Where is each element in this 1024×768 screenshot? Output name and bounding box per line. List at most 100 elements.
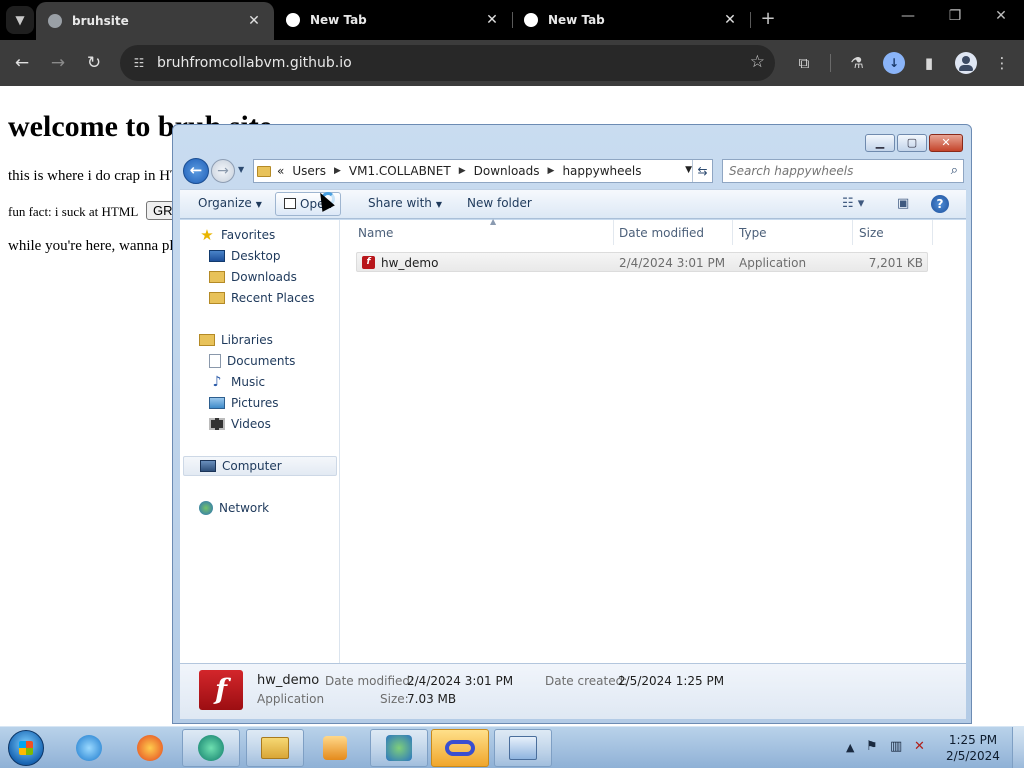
bookmark-star-icon[interactable]: ☆: [750, 52, 765, 72]
breadcrumb-happywheels[interactable]: happywheels: [562, 164, 641, 178]
tab-bruhsite[interactable]: bruhsite ✕: [36, 2, 274, 40]
volume-muted-icon[interactable]: ✕: [914, 739, 925, 754]
new-folder-button[interactable]: New folder: [467, 196, 532, 210]
action-center-flag-icon[interactable]: ⚑: [866, 739, 878, 754]
network-tray-icon[interactable]: ▥: [890, 739, 902, 754]
system-clock[interactable]: 1:25 PM 2/5/2024: [940, 732, 1006, 764]
tray-overflow-icon[interactable]: ▲: [846, 741, 854, 754]
infinity-app-icon: [445, 740, 475, 756]
globe-icon: [48, 14, 62, 28]
refresh-icon[interactable]: ⇆: [692, 160, 712, 182]
breadcrumb-users[interactable]: Users: [292, 164, 326, 178]
address-bar[interactable]: ☷ bruhfromcollabvm.github.io ☆: [120, 45, 775, 81]
file-row[interactable]: f hw_demo 2/4/2024 3:01 PM Application 7…: [356, 252, 928, 272]
column-header-date-modified[interactable]: Date modified: [613, 220, 733, 245]
column-header-type[interactable]: Type: [733, 220, 853, 245]
browser-tab-strip: ▼ bruhsite ✕ New Tab ✕ New Tab ✕ + — ❐ ✕: [0, 0, 1024, 40]
clock-time: 1:25 PM: [948, 733, 998, 747]
minimize-icon[interactable]: —: [893, 8, 923, 32]
chevron-down-icon: ▼: [15, 13, 25, 27]
nav-desktop[interactable]: Desktop: [209, 246, 281, 266]
tools-app-icon: [386, 735, 412, 761]
taskbar-infinity-app[interactable]: [431, 729, 489, 767]
taskbar-internet-explorer[interactable]: [60, 729, 118, 767]
restore-icon[interactable]: ❐: [940, 8, 970, 32]
forward-arrow-icon[interactable]: →: [46, 51, 70, 75]
start-button[interactable]: [8, 730, 44, 766]
explorer-close-icon[interactable]: ✕: [929, 134, 963, 152]
tab-new-tab-1[interactable]: New Tab ✕: [274, 0, 512, 40]
taskbar-media-player[interactable]: [306, 729, 364, 767]
column-header-size[interactable]: Size: [853, 220, 933, 245]
open-program-icon: [284, 198, 296, 209]
download-icon[interactable]: ↓: [883, 52, 905, 74]
close-window-icon[interactable]: ✕: [986, 8, 1016, 32]
explorer-maximize-icon[interactable]: ▢: [897, 134, 927, 152]
nav-documents[interactable]: Documents: [209, 351, 295, 371]
file-date-modified: 2/4/2024 3:01 PM: [619, 256, 726, 270]
desktop-icon: [209, 250, 225, 262]
nav-network[interactable]: Network: [199, 498, 269, 518]
share-with-button[interactable]: Share with ▼: [368, 196, 442, 210]
site-info-icon[interactable]: ☷: [130, 54, 148, 72]
toolbar-separator: [830, 54, 831, 72]
close-icon[interactable]: ✕: [246, 13, 262, 29]
search-icon[interactable]: ⌕: [951, 163, 958, 178]
organize-button[interactable]: Organize ▼: [198, 196, 262, 210]
preview-pane-icon[interactable]: ▣: [897, 196, 909, 211]
nav-label: Desktop: [231, 249, 281, 263]
nav-pictures[interactable]: Pictures: [209, 393, 279, 413]
breadcrumb-vm1-collabnet[interactable]: VM1.COLLABNET: [349, 164, 451, 178]
details-pane: f hw_demo Application Date modified: 2/4…: [180, 663, 966, 719]
breadcrumb-overflow[interactable]: «: [277, 164, 284, 178]
nav-downloads[interactable]: Downloads: [209, 267, 297, 287]
nav-libraries[interactable]: Libraries: [199, 330, 273, 350]
tab-search-button[interactable]: ▼: [6, 6, 34, 34]
tab-new-tab-2[interactable]: New Tab ✕: [512, 0, 750, 40]
column-header-name[interactable]: ▲ Name: [352, 217, 614, 245]
close-icon[interactable]: ✕: [484, 12, 500, 28]
profile-avatar-icon[interactable]: [955, 52, 977, 74]
explorer-address-bar[interactable]: « Users ▶ VM1.COLLABNET ▶ Downloads ▶ ha…: [253, 159, 713, 183]
breadcrumb-arrow-icon[interactable]: ▶: [334, 166, 341, 176]
explorer-window: ▁ ▢ ✕ ← → ▼ « Users ▶ VM1.COLLABNET ▶ Do…: [172, 124, 972, 724]
search-input[interactable]: [729, 163, 934, 179]
explorer-forward-icon[interactable]: →: [211, 159, 235, 183]
labs-flask-icon[interactable]: ⚗: [845, 51, 869, 75]
recent-pages-dropdown-icon[interactable]: ▼: [238, 165, 248, 174]
view-options-icon[interactable]: ☷ ▾: [842, 196, 864, 211]
extensions-icon[interactable]: ⧉: [792, 51, 816, 75]
details-date-created-label: Date created:: [545, 674, 628, 688]
nav-music[interactable]: ♪ Music: [209, 372, 266, 392]
recent-places-icon: [209, 292, 225, 304]
breadcrumb-arrow-icon[interactable]: ▶: [459, 166, 466, 176]
taskbar-explorer[interactable]: [246, 729, 304, 767]
new-tab-button[interactable]: +: [758, 8, 778, 32]
taskbar-firefox[interactable]: [121, 729, 179, 767]
taskbar-control-panel[interactable]: [494, 729, 552, 767]
side-panel-icon[interactable]: ▮: [917, 51, 941, 75]
url-text[interactable]: bruhfromcollabvm.github.io: [157, 55, 352, 71]
explorer-search-box[interactable]: ⌕: [722, 159, 964, 183]
taskbar-browser[interactable]: [182, 729, 240, 767]
nav-recent-places[interactable]: Recent Places: [209, 288, 314, 308]
file-explorer-icon: [261, 737, 289, 759]
help-icon[interactable]: ?: [931, 195, 949, 213]
back-arrow-icon[interactable]: ←: [10, 51, 34, 75]
breadcrumb-arrow-icon[interactable]: ▶: [548, 166, 555, 176]
show-desktop-button[interactable]: [1012, 727, 1024, 768]
details-date-created: 2/5/2024 1:25 PM: [618, 674, 725, 688]
taskbar-tools[interactable]: [370, 729, 428, 767]
nav-videos[interactable]: Videos: [209, 414, 271, 434]
nav-computer[interactable]: Computer: [183, 456, 337, 476]
nav-favorites[interactable]: ★ Favorites: [199, 225, 275, 245]
address-dropdown-icon[interactable]: ▼: [685, 165, 692, 175]
downloads-folder-icon: [209, 271, 225, 283]
close-icon[interactable]: ✕: [722, 12, 738, 28]
explorer-back-icon[interactable]: ←: [183, 158, 209, 184]
menu-kebab-icon[interactable]: ⋮: [990, 51, 1014, 75]
breadcrumb-downloads[interactable]: Downloads: [474, 164, 540, 178]
explorer-minimize-icon[interactable]: ▁: [865, 134, 895, 152]
reload-icon[interactable]: ↻: [82, 51, 106, 75]
sort-ascending-icon: ▲: [490, 217, 497, 226]
